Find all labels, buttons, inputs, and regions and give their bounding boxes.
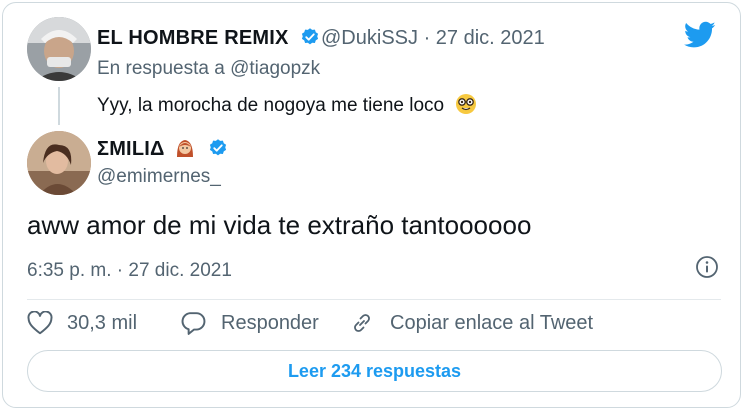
read-replies-button[interactable]: Leer 234 respuestas [27,350,722,392]
info-icon[interactable] [695,255,719,284]
copy-link-button[interactable]: Copiar enlace al Tweet [348,311,593,335]
like-count: 30,3 mil [67,311,138,334]
main-author-name[interactable]: ΣMILIΔ [97,137,228,165]
nerd-face-emoji-icon [455,93,477,121]
reply-date[interactable]: 27 dic. 2021 [436,27,545,49]
verified-badge-icon [300,27,320,53]
main-timestamp[interactable]: 6:35 p. m. · 27 dic. 2021 [27,260,232,282]
reply-text: Yyy, la morocha de nogoya me tiene loco [97,93,477,121]
reply-handle-date: @DukiSSJ · 27 dic. 2021 [321,27,545,50]
thread-connector-line [58,87,60,125]
divider [27,299,721,300]
reply-author-name[interactable]: EL HOMBRE REMIX [97,27,320,53]
heart-icon [27,311,53,335]
like-button[interactable]: 30,3 mil [27,311,137,335]
embedded-tweet-card: EL HOMBRE REMIX @DukiSSJ · 27 dic. 2021 … [2,2,741,408]
avatar-emilia[interactable] [27,131,91,195]
reply-handle[interactable]: @DukiSSJ [321,27,418,49]
main-handle[interactable]: @emimernes_ [97,166,221,188]
main-tweet-text: aww amor de mi vida te extraño tantooooo… [27,210,532,240]
reply-bubble-icon [181,312,206,335]
avatar-duki[interactable] [27,17,91,81]
twitter-bird-icon[interactable] [683,21,716,54]
reply-label: Responder [221,311,319,334]
reply-context[interactable]: En respuesta a @tiagopzk [97,58,320,80]
copy-link-label: Copiar enlace al Tweet [390,311,594,334]
verified-badge-icon [208,138,228,164]
woman-emoji-icon [174,137,196,165]
reply-text-content: Yyy, la morocha de nogoya me tiene loco [97,95,445,116]
separator-dot: · [423,27,431,49]
link-icon [354,314,370,332]
reply-button[interactable]: Responder [179,311,319,335]
